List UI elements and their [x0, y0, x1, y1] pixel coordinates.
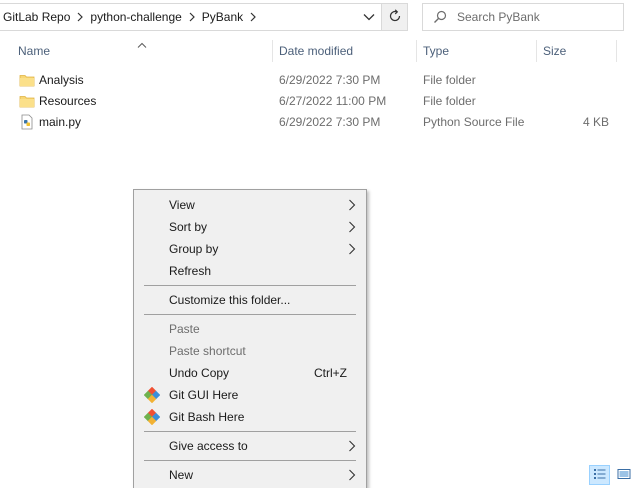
menu-item-refresh[interactable]: Refresh [136, 260, 364, 282]
file-date-modified: 6/29/2022 7:30 PM [279, 73, 381, 87]
menu-item-label: View [169, 198, 195, 212]
view-toggle-group [589, 465, 634, 485]
search-input[interactable]: Search PyBank [422, 3, 624, 31]
chevron-down-icon [363, 10, 375, 24]
address-history-dropdown[interactable] [357, 4, 381, 30]
breadcrumb-gitlab-repo[interactable]: GitLab Repo [3, 10, 70, 24]
git-bash-icon [143, 408, 161, 426]
menu-item-paste: Paste [136, 318, 364, 340]
file-name: main.py [39, 115, 82, 129]
file-list: Analysis 6/29/2022 7:30 PM File folder R… [0, 70, 637, 133]
file-explorer-window: GitLab Repo python-challenge PyBank Sear… [0, 0, 637, 488]
submenu-arrow-icon [348, 469, 356, 481]
details-view-button[interactable] [589, 465, 610, 485]
menu-item-label: Git GUI Here [169, 388, 239, 402]
menu-item-group-by[interactable]: Group by [136, 238, 364, 260]
file-type: Python Source File [423, 115, 525, 129]
file-type: File folder [423, 73, 476, 87]
menu-item-label: Sort by [169, 220, 208, 234]
submenu-arrow-icon [348, 440, 356, 452]
file-name: Analysis [39, 73, 84, 87]
menu-item-label: Undo Copy [169, 366, 230, 380]
search-icon [423, 10, 457, 24]
column-divider[interactable] [616, 40, 617, 62]
breadcrumb-pybank[interactable]: PyBank [202, 10, 243, 24]
column-header-size[interactable]: Size [537, 38, 566, 64]
breadcrumb: GitLab Repo python-challenge PyBank [0, 4, 357, 30]
submenu-arrow-icon [348, 199, 356, 211]
menu-separator [144, 285, 356, 286]
menu-item-label: Group by [169, 242, 219, 256]
breadcrumb-python-challenge[interactable]: python-challenge [90, 10, 181, 24]
menu-item-undo-copy[interactable]: Undo Copy Ctrl+Z [136, 362, 364, 384]
menu-item-git-gui-here[interactable]: Git GUI Here [136, 384, 364, 406]
file-row-main-py[interactable]: main.py 6/29/2022 7:30 PM Python Source … [0, 112, 637, 133]
column-headers: Name Date modified Type Size [0, 38, 637, 64]
sort-ascending-icon [137, 38, 147, 52]
context-menu: View Sort by Group by Refresh Customize … [133, 189, 367, 488]
chevron-right-icon[interactable] [185, 10, 199, 24]
menu-separator [144, 460, 356, 461]
refresh-button[interactable] [381, 4, 407, 30]
menu-item-view[interactable]: View [136, 194, 364, 216]
menu-item-customize-folder[interactable]: Customize this folder... [136, 289, 364, 311]
chevron-right-icon[interactable] [73, 10, 87, 24]
refresh-icon [388, 8, 402, 26]
details-view-icon [593, 468, 607, 483]
large-icons-view-icon [617, 468, 631, 483]
submenu-arrow-icon [348, 243, 356, 255]
menu-item-label: Paste shortcut [169, 344, 246, 358]
file-row-analysis[interactable]: Analysis 6/29/2022 7:30 PM File folder [0, 70, 637, 91]
menu-item-sort-by[interactable]: Sort by [136, 216, 364, 238]
menu-item-label: Give access to [169, 439, 248, 453]
file-date-modified: 6/27/2022 11:00 PM [279, 94, 387, 108]
file-size: 4 KB [582, 115, 609, 129]
menu-item-paste-shortcut: Paste shortcut [136, 340, 364, 362]
menu-item-label: New [169, 468, 194, 482]
search-placeholder: Search PyBank [457, 10, 540, 24]
file-row-resources[interactable]: Resources 6/27/2022 11:00 PM File folder [0, 91, 637, 112]
menu-item-label: Git Bash Here [169, 410, 245, 424]
menu-separator [144, 314, 356, 315]
file-type: File folder [423, 94, 476, 108]
python-file-icon [19, 114, 35, 130]
folder-icon [19, 72, 35, 88]
file-name: Resources [39, 94, 97, 108]
address-bar[interactable]: GitLab Repo python-challenge PyBank [0, 3, 408, 31]
menu-item-label: Customize this folder... [169, 293, 291, 307]
column-header-date-modified[interactable]: Date modified [273, 38, 353, 64]
menu-item-label: Paste [169, 322, 200, 336]
folder-icon [19, 93, 35, 109]
git-gui-icon [143, 386, 161, 404]
chevron-right-icon[interactable] [246, 10, 260, 24]
menu-item-new[interactable]: New [136, 464, 364, 486]
submenu-arrow-icon [348, 221, 356, 233]
large-icons-view-button[interactable] [613, 465, 634, 485]
menu-item-give-access-to[interactable]: Give access to [136, 435, 364, 457]
keyboard-shortcut: Ctrl+Z [314, 366, 347, 380]
menu-item-label: Refresh [169, 264, 212, 278]
menu-separator [144, 431, 356, 432]
column-header-type[interactable]: Type [417, 38, 449, 64]
menu-item-git-bash-here[interactable]: Git Bash Here [136, 406, 364, 428]
file-date-modified: 6/29/2022 7:30 PM [279, 115, 381, 129]
column-header-name[interactable]: Name [12, 38, 50, 64]
